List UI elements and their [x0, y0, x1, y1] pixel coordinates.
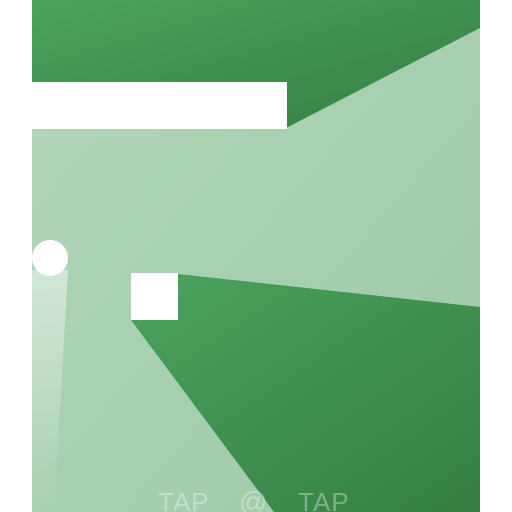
- block-obstacle: [131, 273, 178, 320]
- playfield[interactable]: TAP @ TAP: [32, 0, 480, 512]
- tap-hand-icon: @: [239, 486, 269, 512]
- ball: [32, 240, 68, 276]
- wall-bar: [32, 82, 287, 129]
- playfield-canvas[interactable]: [32, 0, 480, 512]
- tap-left-hint: TAP: [158, 487, 210, 512]
- game-frame: TAP @ TAP: [0, 0, 512, 512]
- tap-right-hint: TAP: [298, 487, 350, 512]
